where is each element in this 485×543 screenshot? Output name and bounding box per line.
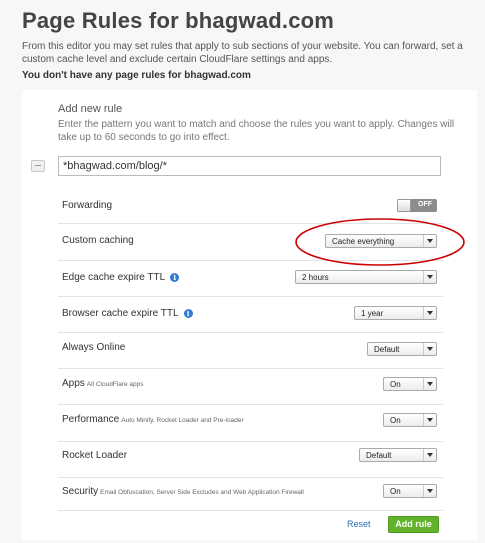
page-title: Page Rules for bhagwad.com <box>22 8 335 33</box>
toggle-state-label: OFF <box>418 201 432 208</box>
chevron-down-icon <box>423 343 436 355</box>
rocket-loader-value: Default <box>366 451 392 460</box>
security-label: Security Email Obfuscation, Server Side E… <box>62 486 304 497</box>
performance-select[interactable]: On <box>383 413 437 427</box>
reset-link[interactable]: Reset <box>347 519 371 529</box>
url-pattern-input[interactable] <box>58 156 441 176</box>
rocket-loader-label: Rocket Loader <box>62 450 128 461</box>
performance-description: Auto Minify, Rocket Loader and Pre-loade… <box>121 417 244 424</box>
security-description: Email Obfuscation, Server Side Excludes … <box>100 489 304 496</box>
chevron-down-icon <box>423 271 436 283</box>
chevron-down-icon <box>423 414 436 426</box>
info-icon[interactable]: i <box>170 273 180 282</box>
forwarding-toggle[interactable]: OFF <box>397 199 437 212</box>
chevron-down-icon <box>423 378 436 390</box>
always-online-value: Default <box>374 345 400 354</box>
chevron-down-icon <box>423 449 436 461</box>
performance-value: On <box>390 416 401 425</box>
toggle-knob <box>397 199 411 212</box>
edge-cache-ttl-select[interactable]: 2 hours <box>295 270 437 284</box>
add-rule-description: Enter the pattern you want to match and … <box>58 119 455 143</box>
browser-cache-ttl-label: Browser cache expire TTL i <box>62 308 193 319</box>
collapse-button[interactable] <box>31 160 45 172</box>
rocket-loader-select[interactable]: Default <box>359 448 437 462</box>
apps-description: All CloudFlare apps <box>86 381 144 388</box>
intro-text: From this editor you may set rules that … <box>22 41 463 65</box>
info-icon[interactable]: i <box>183 309 193 318</box>
security-value: On <box>390 487 401 496</box>
custom-caching-label: Custom caching <box>62 235 134 246</box>
apps-value: On <box>390 380 401 389</box>
edge-cache-ttl-label: Edge cache expire TTL i <box>62 272 180 283</box>
apps-select[interactable]: On <box>383 377 437 391</box>
no-rules-message: You don't have any page rules for bhagwa… <box>22 70 251 81</box>
performance-label: Performance Auto Minify, Rocket Loader an… <box>62 414 244 425</box>
add-rule-button[interactable]: Add rule <box>388 516 439 533</box>
edge-cache-ttl-value: 2 hours <box>302 273 329 282</box>
always-online-select[interactable]: Default <box>367 342 437 356</box>
chevron-down-icon <box>423 485 436 497</box>
forwarding-label: Forwarding <box>62 200 113 211</box>
browser-cache-ttl-value: 1 year <box>361 309 384 318</box>
security-select[interactable]: On <box>383 484 437 498</box>
add-rule-heading: Add new rule <box>58 103 123 115</box>
chevron-down-icon <box>423 307 436 319</box>
browser-cache-ttl-select[interactable]: 1 year <box>354 306 437 320</box>
apps-label: Apps All CloudFlare apps <box>62 378 144 389</box>
always-online-label: Always Online <box>62 342 126 353</box>
